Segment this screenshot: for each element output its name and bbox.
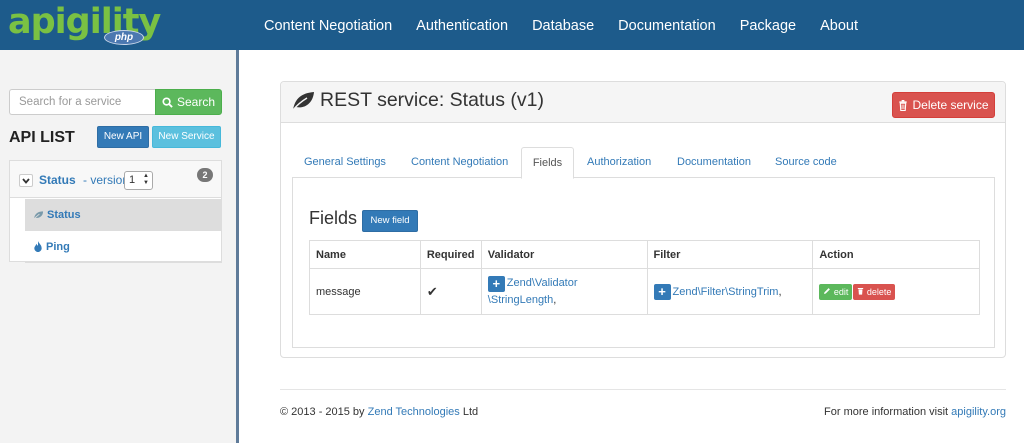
tab-documentation[interactable]: Documentation (677, 147, 751, 178)
field-required-check-icon: ✔ (419, 268, 482, 315)
nav-package[interactable]: Package (728, 0, 808, 50)
nav-database[interactable]: Database (520, 0, 606, 50)
col-header-name: Name (309, 240, 421, 269)
fields-table: Name Required Validator Filter Action me… (309, 240, 980, 315)
version-value: 1 (129, 174, 136, 186)
service-tabs: General Settings Content Negotiation Fie… (292, 145, 995, 179)
col-header-filter: Filter (646, 240, 814, 269)
field-validator-cell: + Zend\Validator \StringLength, (480, 268, 648, 315)
sidebar-service-ping[interactable]: Ping (25, 231, 222, 263)
trash-icon (899, 99, 908, 111)
page-title: REST service: Status (v1) (291, 89, 544, 112)
apigility-logo[interactable]: apigility php (8, 2, 161, 48)
field-filter-cell: + Zend\Filter\StringTrim, (646, 268, 814, 315)
logo-php-badge: php (104, 30, 144, 45)
tab-fields[interactable]: Fields (521, 147, 574, 179)
main-nav: Content Negotiation Authentication Datab… (252, 0, 870, 50)
delete-service-label: Delete service (912, 98, 989, 112)
tab-content-negotiation[interactable]: Content Negotiation (411, 147, 508, 178)
tab-authorization[interactable]: Authorization (587, 147, 651, 178)
api-list-heading: API LIST (9, 129, 75, 146)
nav-authentication[interactable]: Authentication (404, 0, 520, 50)
fire-icon (34, 241, 42, 252)
col-header-validator: Validator (480, 240, 648, 269)
field-action-cell: edit delete (812, 268, 980, 315)
chevron-down-icon (22, 178, 30, 184)
stepper-arrows-icon: ▲ ▼ (143, 173, 149, 186)
new-api-button[interactable]: New API (97, 126, 149, 148)
col-header-action: Action (812, 240, 980, 269)
sidebar-divider (236, 50, 239, 443)
api-version-label: - version (83, 173, 130, 187)
new-service-button[interactable]: New Service (152, 126, 221, 148)
table-header-row: Name Required Validator Filter Action (309, 240, 980, 269)
fields-tab-content: Fields New field Name Required Validator… (292, 178, 995, 348)
edit-field-button[interactable]: edit (819, 283, 853, 300)
pencil-icon (824, 287, 831, 294)
leaf-icon (292, 91, 314, 110)
add-validator-plus-icon[interactable]: + (487, 275, 505, 292)
service-count-badge: 2 (197, 168, 213, 182)
delete-field-button[interactable]: delete (853, 283, 896, 300)
version-select[interactable]: 1 ▲ ▼ (124, 171, 153, 190)
tab-source-code[interactable]: Source code (775, 147, 837, 178)
footer-divider (280, 389, 1006, 390)
search-button-label: Search (176, 95, 216, 109)
new-field-button[interactable]: New field (362, 210, 418, 232)
filter-link[interactable]: Zend\Filter\StringTrim (673, 285, 779, 297)
api-status-panel: Status - version 1 ▲ ▼ 2 Status Ping (9, 160, 222, 263)
service-panel: REST service: Status (v1) Delete service… (280, 81, 1006, 358)
validator-separator: , (553, 293, 557, 306)
col-header-required: Required (419, 240, 482, 269)
tab-general-settings[interactable]: General Settings (304, 147, 386, 178)
top-navbar: apigility php Content Negotiation Authen… (0, 0, 1024, 50)
service-label-ping: Ping (46, 240, 70, 253)
nav-documentation[interactable]: Documentation (606, 0, 728, 50)
trash-icon (858, 287, 864, 295)
search-button[interactable]: Search (155, 89, 222, 115)
fields-heading: Fields (309, 208, 358, 228)
search-icon (162, 96, 173, 108)
footer-info: For more information visit apigility.org (824, 406, 1006, 418)
nav-about[interactable]: About (808, 0, 870, 50)
add-filter-plus-icon[interactable]: + (653, 283, 671, 300)
collapse-toggle[interactable] (19, 174, 33, 187)
sidebar-service-status[interactable]: Status (25, 199, 222, 231)
zend-technologies-link[interactable]: Zend Technologies (368, 406, 460, 418)
table-row: message ✔ + Zend\Validator \StringLength, … (309, 268, 980, 315)
delete-service-button[interactable]: Delete service (892, 92, 995, 118)
service-label-status: Status (47, 208, 81, 221)
panel-title-text: REST service: Status (v1) (320, 89, 544, 111)
api-header: Status - version 1 ▲ ▼ 2 (10, 161, 221, 198)
panel-header: REST service: Status (v1) Delete service (281, 82, 1005, 123)
apigility-org-link[interactable]: apigility.org (951, 406, 1006, 418)
filter-separator: , (778, 285, 782, 298)
api-name-link[interactable]: Status (39, 173, 76, 187)
leaf-icon (33, 210, 44, 219)
nav-content-negotiation[interactable]: Content Negotiation (252, 0, 404, 50)
footer-copyright: © 2013 - 2015 by Zend Technologies Ltd (280, 406, 479, 418)
service-search-input[interactable] (9, 89, 155, 115)
field-name-cell: message (309, 268, 421, 315)
